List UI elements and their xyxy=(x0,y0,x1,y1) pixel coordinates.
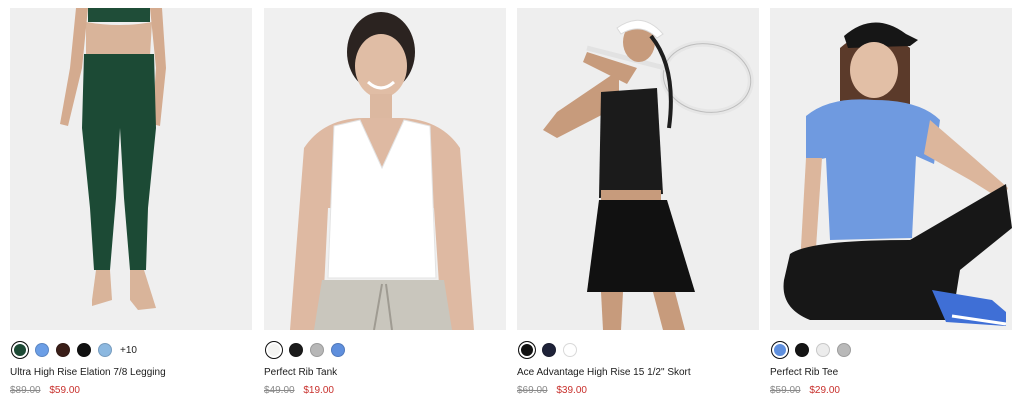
original-price: $89.00 xyxy=(10,385,41,396)
color-swatch[interactable] xyxy=(518,341,536,359)
color-swatch[interactable] xyxy=(795,343,809,357)
product-photo-skort xyxy=(517,8,759,330)
product-price: $49.00 $19.00 xyxy=(264,385,334,396)
product-photo-tee xyxy=(770,8,1012,330)
product-card: Perfect Rib Tank $49.00 $19.00 xyxy=(264,8,506,400)
product-price: $59.00 $29.00 xyxy=(770,385,840,396)
color-swatch[interactable] xyxy=(331,343,345,357)
original-price: $59.00 xyxy=(770,385,801,396)
color-swatch[interactable] xyxy=(563,343,577,357)
product-photo-tank xyxy=(264,8,506,330)
color-swatch[interactable] xyxy=(98,343,112,357)
sale-price: $29.00 xyxy=(809,385,840,396)
color-swatches xyxy=(518,341,584,359)
product-grid: +10 Ultra High Rise Elation 7/8 Legging … xyxy=(0,0,1024,403)
color-swatch[interactable] xyxy=(310,343,324,357)
product-name[interactable]: Perfect Rib Tank xyxy=(264,367,337,378)
product-photo-legging xyxy=(10,8,252,330)
product-card: Perfect Rib Tee $59.00 $29.00 xyxy=(770,8,1012,400)
color-swatch[interactable] xyxy=(265,341,283,359)
product-price: $69.00 $39.00 xyxy=(517,385,587,396)
sale-price: $19.00 xyxy=(303,385,334,396)
color-swatches xyxy=(771,341,858,359)
product-image[interactable] xyxy=(770,8,1012,330)
color-swatch[interactable] xyxy=(77,343,91,357)
color-swatch[interactable] xyxy=(771,341,789,359)
color-swatches: +10 xyxy=(11,341,137,359)
original-price: $69.00 xyxy=(517,385,548,396)
product-name[interactable]: Ultra High Rise Elation 7/8 Legging xyxy=(10,367,166,378)
color-swatches xyxy=(265,341,352,359)
original-price: $49.00 xyxy=(264,385,295,396)
product-image[interactable] xyxy=(264,8,506,330)
color-swatch[interactable] xyxy=(542,343,556,357)
product-image[interactable] xyxy=(10,8,252,330)
color-swatch[interactable] xyxy=(816,343,830,357)
product-card: +10 Ultra High Rise Elation 7/8 Legging … xyxy=(10,8,252,400)
more-colors-link[interactable]: +10 xyxy=(120,345,137,356)
color-swatch[interactable] xyxy=(11,341,29,359)
product-price: $89.00 $59.00 xyxy=(10,385,80,396)
product-name[interactable]: Ace Advantage High Rise 15 1/2" Skort xyxy=(517,367,691,378)
color-swatch[interactable] xyxy=(56,343,70,357)
color-swatch[interactable] xyxy=(837,343,851,357)
product-name[interactable]: Perfect Rib Tee xyxy=(770,367,838,378)
color-swatch[interactable] xyxy=(289,343,303,357)
sale-price: $59.00 xyxy=(49,385,80,396)
product-card: Ace Advantage High Rise 15 1/2" Skort $6… xyxy=(517,8,759,400)
product-image[interactable] xyxy=(517,8,759,330)
color-swatch[interactable] xyxy=(35,343,49,357)
sale-price: $39.00 xyxy=(556,385,587,396)
